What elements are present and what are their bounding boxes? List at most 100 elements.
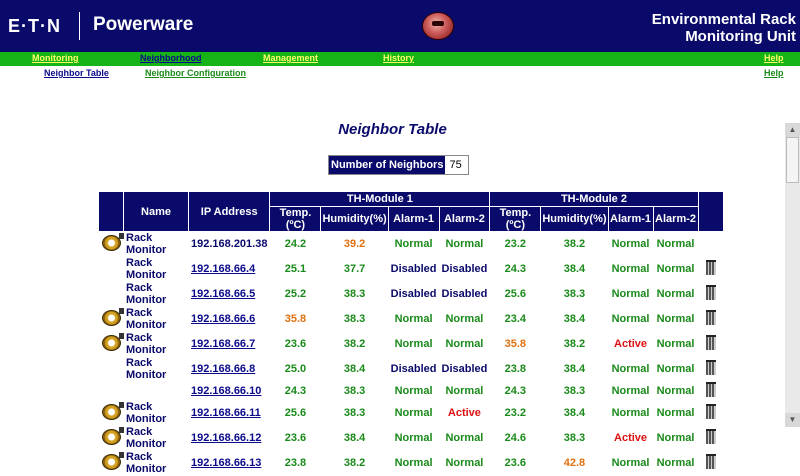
m2-alarm1: Normal (608, 307, 653, 331)
nav-management[interactable]: Management (263, 53, 318, 63)
device-ip: 192.168.201.38 (189, 232, 270, 256)
m2-alarm2: Normal (653, 257, 698, 281)
nav-history[interactable]: History (383, 53, 414, 63)
m1-alarm1: Disabled (388, 357, 439, 381)
m1-temperature: 25.6 (270, 401, 321, 425)
device-ip[interactable]: 192.168.66.11 (189, 401, 270, 425)
delete-icon[interactable] (705, 454, 716, 469)
device-name: Rack Monitor (124, 282, 188, 306)
m2-temperature: 23.6 (490, 451, 541, 475)
m1-temp-header: Temp.(ºC) (270, 207, 321, 231)
m2-alarm2: Normal (653, 451, 698, 475)
m2-alarm2: Normal (653, 282, 698, 306)
m1-alarm2: Normal (439, 382, 490, 400)
m1-temperature: 23.6 (270, 332, 321, 356)
delete-icon[interactable] (705, 360, 716, 375)
m2-alarm1: Normal (608, 357, 653, 381)
device-name: Rack Monitor (124, 332, 188, 356)
rack-monitor-icon (101, 332, 124, 351)
m2-alarm2: Normal (653, 307, 698, 331)
delete-icon[interactable] (705, 285, 716, 300)
logo-divider (79, 12, 80, 40)
delete-cell (698, 357, 723, 381)
device-ip[interactable]: 192.168.66.12 (189, 426, 270, 450)
m1-alarm1: Normal (388, 307, 439, 331)
rack-monitor-icon (101, 232, 124, 251)
m1-alarm2: Normal (439, 307, 490, 331)
nav-neighborhood[interactable]: Neighborhood (140, 53, 202, 63)
m2-alarm2: Normal (653, 232, 698, 256)
m2-alarm1: Active (608, 426, 653, 450)
table-row: Rack Monitor 192.168.66.13 23.8 38.2 Normal N… (99, 451, 723, 475)
scrollbar-thumb[interactable] (786, 137, 799, 183)
sub-nav: Neighbor Table Neighbor Configuration He… (0, 66, 800, 80)
m1-alarm2: Disabled (439, 282, 490, 306)
table-row: Rack Monitor 192.168.66.7 23.6 38.2 Normal No… (99, 332, 723, 356)
table-row: Rack Monitor 192.168.66.5 25.2 38.3 Disabled… (99, 282, 723, 306)
delete-icon[interactable] (705, 429, 716, 444)
product-title-line1: Environmental Rack (651, 11, 796, 28)
device-icon-cell (99, 382, 123, 400)
delete-cell (698, 307, 723, 331)
device-ip[interactable]: 192.168.66.13 (189, 451, 270, 475)
device-icon-cell (99, 257, 123, 281)
m2-alarm2: Normal (653, 357, 698, 381)
m2-humidity: 38.4 (541, 257, 608, 281)
neighbor-count-value: 75 (449, 159, 462, 171)
scroll-up-icon[interactable]: ▲ (785, 123, 800, 137)
m2-alarm1: Normal (608, 451, 653, 475)
device-ip[interactable]: 192.168.66.7 (189, 332, 270, 356)
m1-humidity-header: Humidity(%) (321, 207, 388, 231)
delete-icon[interactable] (705, 260, 716, 275)
m2-humidity: 38.4 (541, 357, 608, 381)
vertical-scrollbar[interactable]: ▲ ▼ (785, 123, 800, 427)
m2-humidity-header: Humidity(%) (541, 207, 608, 231)
table-row: Rack Monitor 192.168.66.8 25.0 38.4 Disabled… (99, 357, 723, 381)
m2-temperature: 23.2 (490, 401, 541, 425)
m1-humidity: 38.4 (321, 426, 388, 450)
subnav-neighbor-table[interactable]: Neighbor Table (44, 68, 109, 78)
m1-humidity: 38.2 (321, 332, 388, 356)
rack-monitor-icon (101, 307, 124, 326)
m1-alarm1: Normal (388, 401, 439, 425)
brand-name: Powerware (93, 14, 194, 35)
main-nav: Monitoring Neighborhood Management Histo… (0, 52, 800, 66)
device-ip[interactable]: 192.168.66.4 (189, 257, 270, 281)
delete-icon[interactable] (705, 404, 716, 419)
m1-humidity: 38.3 (321, 382, 388, 400)
m1-humidity: 38.3 (321, 282, 388, 306)
nav-help[interactable]: Help (764, 53, 784, 63)
m2-alarm2: Normal (653, 332, 698, 356)
m2-temperature: 24.6 (490, 426, 541, 450)
delete-cell (698, 401, 723, 425)
m2-humidity: 42.8 (541, 451, 608, 475)
device-name: Rack Monitor (124, 232, 188, 256)
device-icon-cell (99, 282, 123, 306)
delete-icon[interactable] (705, 382, 716, 397)
scroll-down-icon[interactable]: ▼ (785, 413, 800, 427)
app-header: E·T·N Powerware Environmental Rack Monit… (0, 0, 800, 52)
device-ip[interactable]: 192.168.66.8 (189, 357, 270, 381)
device-ip[interactable]: 192.168.66.5 (189, 282, 270, 306)
m2-humidity: 38.3 (541, 382, 608, 400)
m1-alarm2: Normal (439, 232, 490, 256)
device-ip[interactable]: 192.168.66.10 (189, 382, 270, 400)
nav-monitoring[interactable]: Monitoring (32, 53, 79, 63)
subnav-neighbor-configuration[interactable]: Neighbor Configuration (145, 68, 246, 78)
device-ip[interactable]: 192.168.66.6 (189, 307, 270, 331)
delete-icon[interactable] (705, 310, 716, 325)
m1-alarm1: Normal (388, 382, 439, 400)
delete-icon[interactable] (705, 335, 716, 350)
subnav-help[interactable]: Help (764, 68, 784, 78)
status-lamp-icon (422, 12, 454, 40)
product-title-line2: Monitoring Unit (685, 28, 796, 45)
rack-monitor-icon (101, 451, 124, 470)
device-name: Rack Monitor (124, 357, 188, 381)
table-row: Rack Monitor 192.168.66.6 35.8 38.3 Normal No… (99, 307, 723, 331)
action-column-header (698, 192, 723, 231)
m1-humidity: 38.4 (321, 357, 388, 381)
delete-cell (698, 382, 723, 400)
m1-alarm2-header: Alarm-2 (439, 207, 490, 231)
m2-humidity: 38.3 (541, 282, 608, 306)
m2-alarm1: Normal (608, 257, 653, 281)
